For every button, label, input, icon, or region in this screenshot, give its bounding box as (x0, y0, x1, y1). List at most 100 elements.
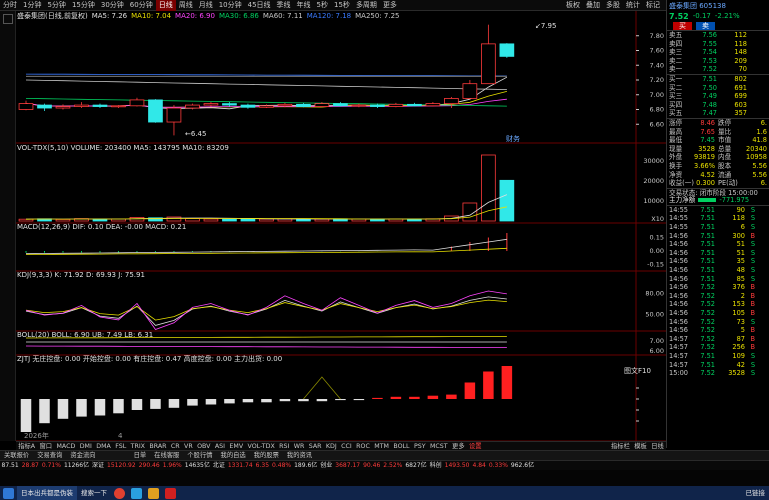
period-tab[interactable]: 45日线 (245, 0, 274, 11)
zjtj-bar (335, 399, 346, 401)
high-marker: ↙7.95 (535, 22, 557, 30)
stat-row: 外盘 93819 内盘 10958 (669, 153, 769, 162)
drawing-tool-icon[interactable] (3, 14, 13, 24)
book-volume: 357 (734, 109, 747, 118)
low-marker: ←6.45 (185, 130, 207, 138)
stock-app-icon[interactable] (165, 487, 176, 499)
book-label: 买一 (669, 74, 683, 83)
tool-button[interactable]: 统计 (623, 0, 643, 11)
stock-code[interactable]: 盛泰集团 605138 (669, 1, 726, 11)
period-tab[interactable]: 分时 (0, 0, 20, 11)
tick-time: 14:56 (669, 240, 689, 249)
boll-axis-tick: 6.00 (650, 347, 664, 355)
period-tab[interactable]: 5分钟 (44, 0, 68, 11)
book-volume: 209 (734, 56, 747, 65)
zjtj-bar (205, 399, 217, 405)
period-tab[interactable]: 多周期 (353, 0, 380, 11)
chart-area[interactable]: 7.80 7.60 7.40 7.20 7.00 6.80 6.60 30000 20000 10… (16, 11, 666, 442)
tick-price: 7.51 (700, 360, 715, 369)
book-price: 7.52 (702, 65, 717, 74)
date-start: 2026年 (24, 432, 49, 440)
boll-lower-line (25, 345, 507, 348)
candle-body (351, 104, 367, 107)
zjtj-bar (224, 399, 235, 404)
tick-row: 14:56 7.51 35 S (669, 257, 769, 266)
stat-value: 7.65 (700, 127, 715, 136)
stat-row: 最低 7.45 市值 41.8 (669, 136, 769, 145)
app-icon[interactable] (131, 487, 142, 499)
tick-row: 14:56 7.51 48 S (669, 266, 769, 275)
book-label: 卖一 (669, 65, 683, 74)
zjtj-bar (242, 399, 254, 403)
period-tab[interactable]: 30分钟 (98, 0, 127, 11)
ma-item: MA120: 7.18 (306, 12, 352, 20)
period-tab[interactable]: 年线 (294, 0, 314, 11)
flow-bar (698, 198, 717, 203)
stat-label: 内盘 (718, 153, 732, 162)
trade-buttons: 买 卖 (667, 21, 769, 30)
f10-label[interactable]: 图文F10 (624, 367, 651, 376)
sell-button[interactable]: 卖 (696, 21, 715, 30)
tick-price: 7.51 (700, 266, 715, 275)
ma120-line (25, 73, 507, 77)
candle-body (407, 103, 422, 107)
book-label: 买五 (669, 109, 683, 118)
zjtj-bar (298, 399, 309, 402)
tick-price: 7.52 (700, 283, 715, 292)
volume-bar (499, 179, 515, 222)
period-tab[interactable]: 10分钟 (216, 0, 245, 11)
status-link[interactable]: 我的股票 (250, 451, 283, 461)
flow-value: -771.975 (719, 196, 750, 205)
status-link[interactable]: 在线客服 (150, 451, 183, 461)
tick-time: 14:56 (669, 283, 689, 292)
browser-icon[interactable] (114, 487, 125, 499)
book-label: 买四 (669, 100, 683, 109)
status-link[interactable]: 个股行情 (183, 451, 216, 461)
taskbar-search[interactable]: 搜索一下 (77, 486, 111, 500)
status-link[interactable]: 我的资讯 (283, 451, 316, 461)
tick-side: S (750, 214, 755, 223)
tick-time: 14:57 (669, 351, 689, 360)
status-tab[interactable]: 交易查询 (33, 451, 66, 461)
ma-item: MA20: 6.90 (175, 12, 215, 20)
ma-legend: 盛泰集团(日线,前复权) MA5: 7.26 MA10: 7.04 MA20: 6.… (17, 12, 399, 21)
period-tab[interactable]: 1分钟 (20, 0, 44, 11)
tool-button[interactable]: 板权 (563, 0, 583, 11)
tool-button[interactable]: 标记 (643, 0, 663, 11)
finance-flag[interactable]: 财务 (506, 135, 520, 144)
tick-volume: 3528 (728, 369, 745, 378)
status-link[interactable]: 日单 (130, 451, 151, 461)
buy-book: 买一 7.51 802 买二 7.50 691 买三 7.49 699 买四 7.48 603 买五 7.… (667, 73, 769, 118)
period-tab[interactable]: 季线 (274, 0, 294, 11)
folder-icon[interactable] (148, 487, 159, 499)
buy-button[interactable]: 买 (673, 21, 692, 30)
tool-button[interactable]: 多股 (603, 0, 623, 11)
period-tab[interactable]: 月线 (196, 0, 216, 11)
candle-body (333, 103, 348, 107)
start-icon[interactable] (3, 487, 14, 499)
tick-price: 7.51 (700, 351, 715, 360)
stat-label: 量比 (718, 127, 732, 136)
status-link[interactable]: 我的自选 (217, 451, 250, 461)
taskbar-window[interactable]: 日本出兵都是伪装 (17, 486, 77, 500)
macd-axis-tick: -0.15 (647, 261, 664, 269)
period-tab[interactable]: 15分钟 (69, 0, 98, 11)
zjtj-bar (150, 399, 161, 409)
tick-volume: 51 (736, 240, 745, 249)
period-tab[interactable]: 更多 (380, 0, 400, 11)
period-tab[interactable]: 周线 (176, 0, 196, 11)
zjtj-bar (409, 396, 420, 399)
status-tab[interactable]: 关联报价 (0, 451, 33, 461)
period-tab[interactable]: 5秒 (314, 0, 331, 11)
d-line (25, 299, 507, 321)
tool-button[interactable]: 叠加 (583, 0, 603, 11)
period-tab[interactable]: 日线 (155, 0, 176, 11)
tick-volume: 73 (736, 317, 745, 326)
period-tab[interactable]: 15秒 (331, 0, 353, 11)
tick-row: 14:55 7.51 6 S (669, 223, 769, 232)
period-tab[interactable]: 60分钟 (127, 0, 156, 11)
tick-side: B (750, 283, 755, 292)
zjtj-bar (261, 399, 272, 403)
status-tab[interactable]: 资金流向 (66, 451, 99, 461)
price-axis-tick: 7.00 (650, 91, 664, 99)
